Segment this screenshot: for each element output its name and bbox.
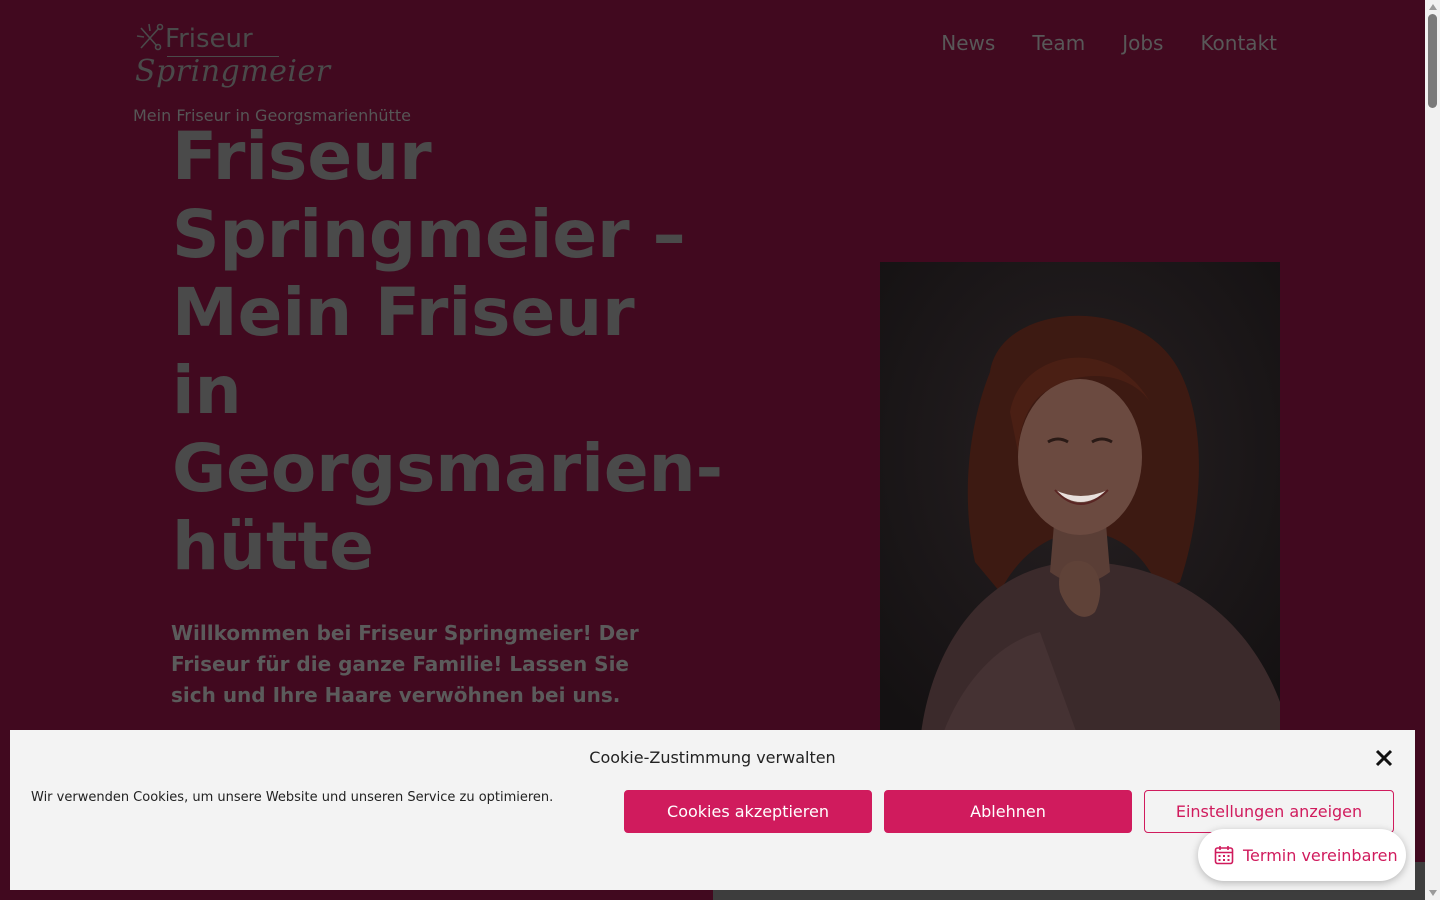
cookie-banner-title: Cookie-Zustimmung verwalten — [589, 748, 836, 767]
main-nav: News Team Jobs Kontakt — [941, 31, 1277, 55]
deny-cookies-button[interactable]: Ablehnen — [884, 790, 1132, 833]
logo-word-springmeier: Springmeier — [135, 54, 331, 89]
close-icon[interactable] — [1373, 747, 1395, 769]
hero-photo — [880, 262, 1280, 742]
accept-cookies-button[interactable]: Cookies akzeptieren — [624, 790, 872, 833]
hero-title: Friseur Springmeier – Mein Friseur in Ge… — [172, 118, 723, 585]
scissors-icon — [136, 23, 164, 51]
book-appointment-label: Termin vereinbaren — [1243, 845, 1398, 865]
woman-portrait-image — [880, 262, 1280, 742]
scroll-up-arrow-icon[interactable] — [1429, 4, 1437, 10]
vertical-scrollbar[interactable] — [1425, 0, 1440, 900]
book-appointment-button[interactable]: Termin vereinbaren — [1198, 829, 1406, 881]
nav-item-kontakt[interactable]: Kontakt — [1200, 31, 1277, 55]
nav-item-jobs[interactable]: Jobs — [1122, 31, 1163, 55]
calendar-icon — [1214, 846, 1234, 865]
nav-item-news[interactable]: News — [941, 31, 995, 55]
site-logo[interactable]: Friseur Springmeier — [133, 22, 330, 94]
hero-intro: Willkommen bei Friseur Springmeier! Der … — [171, 621, 639, 707]
cookie-banner-text: Wir verwenden Cookies, um unsere Website… — [31, 790, 554, 805]
scrollbar-thumb[interactable] — [1428, 14, 1437, 108]
cookie-settings-button[interactable]: Einstellungen anzeigen — [1144, 790, 1394, 833]
nav-item-team[interactable]: Team — [1032, 31, 1085, 55]
scroll-down-arrow-icon[interactable] — [1429, 890, 1437, 896]
logo-word-friseur: Friseur — [165, 24, 253, 54]
